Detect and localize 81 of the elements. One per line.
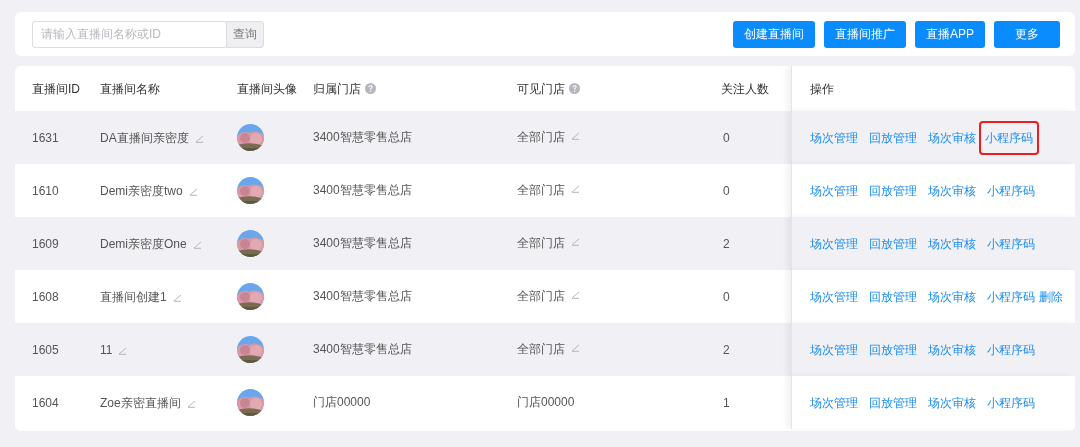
action-link[interactable]: 回放管理 xyxy=(869,128,917,147)
room-name: 11 xyxy=(100,341,113,359)
query-button[interactable]: 查询 xyxy=(226,20,264,48)
table-cell-text: 0 xyxy=(723,288,730,306)
help-icon[interactable] xyxy=(365,83,376,94)
table-cell-text: 1608 xyxy=(32,288,59,306)
room-name: Zoe亲密直播间 xyxy=(100,394,181,412)
column-header: 直播间头像 xyxy=(237,80,297,98)
edit-icon[interactable] xyxy=(571,131,580,140)
table-cell-text: 1604 xyxy=(32,394,59,412)
table-cell-text: 0 xyxy=(723,129,730,147)
table-cell-text: 1609 xyxy=(32,235,59,253)
table-cell-text: 全部门店 xyxy=(517,129,565,146)
column-header: 归属门店 xyxy=(313,80,361,98)
help-icon[interactable] xyxy=(569,83,580,94)
action-link[interactable]: 回放管理 xyxy=(869,340,917,359)
room-name: 直播间创建1 xyxy=(100,288,167,306)
action-link[interactable]: 场次审核 xyxy=(928,128,976,147)
edit-icon[interactable] xyxy=(188,187,198,196)
action-link[interactable]: 场次审核 xyxy=(928,393,976,412)
table-cell-text: 全部门店 xyxy=(517,182,565,199)
edit-icon[interactable] xyxy=(571,184,580,193)
room-name: Demi亲密度One xyxy=(100,235,187,253)
toolbar-button[interactable]: 创建直播间 xyxy=(733,20,815,48)
room-name: DA直播间亲密度 xyxy=(100,129,189,147)
column-header: 关注人数 xyxy=(721,80,769,98)
table-cell-text: 0 xyxy=(723,182,730,200)
search-field[interactable]: 请输入直播间名称或ID xyxy=(32,20,227,48)
action-link[interactable]: 回放管理 xyxy=(869,393,917,412)
table-cell-text: 1631 xyxy=(32,129,59,147)
table-cell-text: 1 xyxy=(723,394,730,412)
table-cell-text: 1610 xyxy=(32,182,59,200)
edit-icon[interactable] xyxy=(118,346,128,355)
action-link[interactable]: 小程序码 xyxy=(987,234,1035,253)
table-cell-text: 3400智慧零售总店 xyxy=(313,235,412,252)
table-cell-text: 3400智慧零售总店 xyxy=(313,182,412,199)
table-cell-text: 3400智慧零售总店 xyxy=(313,341,412,358)
action-link[interactable]: 回放管理 xyxy=(869,181,917,200)
edit-icon[interactable] xyxy=(194,134,204,143)
action-link[interactable]: 小程序码 xyxy=(987,393,1035,412)
action-link[interactable]: 场次审核 xyxy=(928,234,976,253)
action-link[interactable]: 小程序码 xyxy=(987,181,1035,200)
toolbar-button[interactable]: 直播APP xyxy=(915,20,985,48)
table-cell-text: 全部门店 xyxy=(517,235,565,252)
column-header: 操作 xyxy=(810,80,834,98)
table-cell-text: 3400智慧零售总店 xyxy=(313,288,412,305)
table-cell-text: 门店00000 xyxy=(313,394,371,411)
toolbar-button[interactable]: 更多 xyxy=(994,20,1060,48)
table-cell-text: 全部门店 xyxy=(517,341,565,358)
action-link[interactable]: 小程序码 xyxy=(987,287,1035,306)
edit-icon[interactable] xyxy=(172,293,182,302)
action-link[interactable]: 场次管理 xyxy=(810,128,858,147)
action-link[interactable]: 回放管理 xyxy=(869,234,917,253)
action-link[interactable]: 场次审核 xyxy=(928,181,976,200)
column-header: 直播间名称 xyxy=(100,80,160,98)
action-link[interactable]: 回放管理 xyxy=(869,287,917,306)
action-link[interactable]: 场次审核 xyxy=(928,340,976,359)
room-name: Demi亲密度two xyxy=(100,182,183,200)
action-link[interactable]: 场次管理 xyxy=(810,234,858,253)
column-header: 可见门店 xyxy=(517,80,565,98)
action-link[interactable]: 场次管理 xyxy=(810,287,858,306)
table-cell-text: 全部门店 xyxy=(517,288,565,305)
edit-icon[interactable] xyxy=(571,343,580,352)
table-cell-text: 门店00000 xyxy=(517,394,575,411)
action-link[interactable]: 小程序码 xyxy=(987,340,1035,359)
edit-icon[interactable] xyxy=(571,290,580,299)
table-cell-text: 2 xyxy=(723,341,730,359)
table-cell-text: 2 xyxy=(723,235,730,253)
edit-icon[interactable] xyxy=(186,399,196,408)
action-link[interactable]: 小程序码 xyxy=(981,122,1037,153)
table-cell-text: 1605 xyxy=(32,341,59,359)
action-link[interactable]: 场次管理 xyxy=(810,393,858,412)
table-cell-text: 3400智慧零售总店 xyxy=(313,129,412,146)
toolbar-button[interactable]: 直播间推广 xyxy=(824,20,906,48)
edit-icon[interactable] xyxy=(571,237,580,246)
action-link[interactable]: 场次管理 xyxy=(810,181,858,200)
column-header: 直播间ID xyxy=(32,80,80,98)
action-link[interactable]: 删除 xyxy=(1039,287,1063,306)
edit-icon[interactable] xyxy=(192,240,202,249)
action-link[interactable]: 场次管理 xyxy=(810,340,858,359)
action-link[interactable]: 场次审核 xyxy=(928,287,976,306)
